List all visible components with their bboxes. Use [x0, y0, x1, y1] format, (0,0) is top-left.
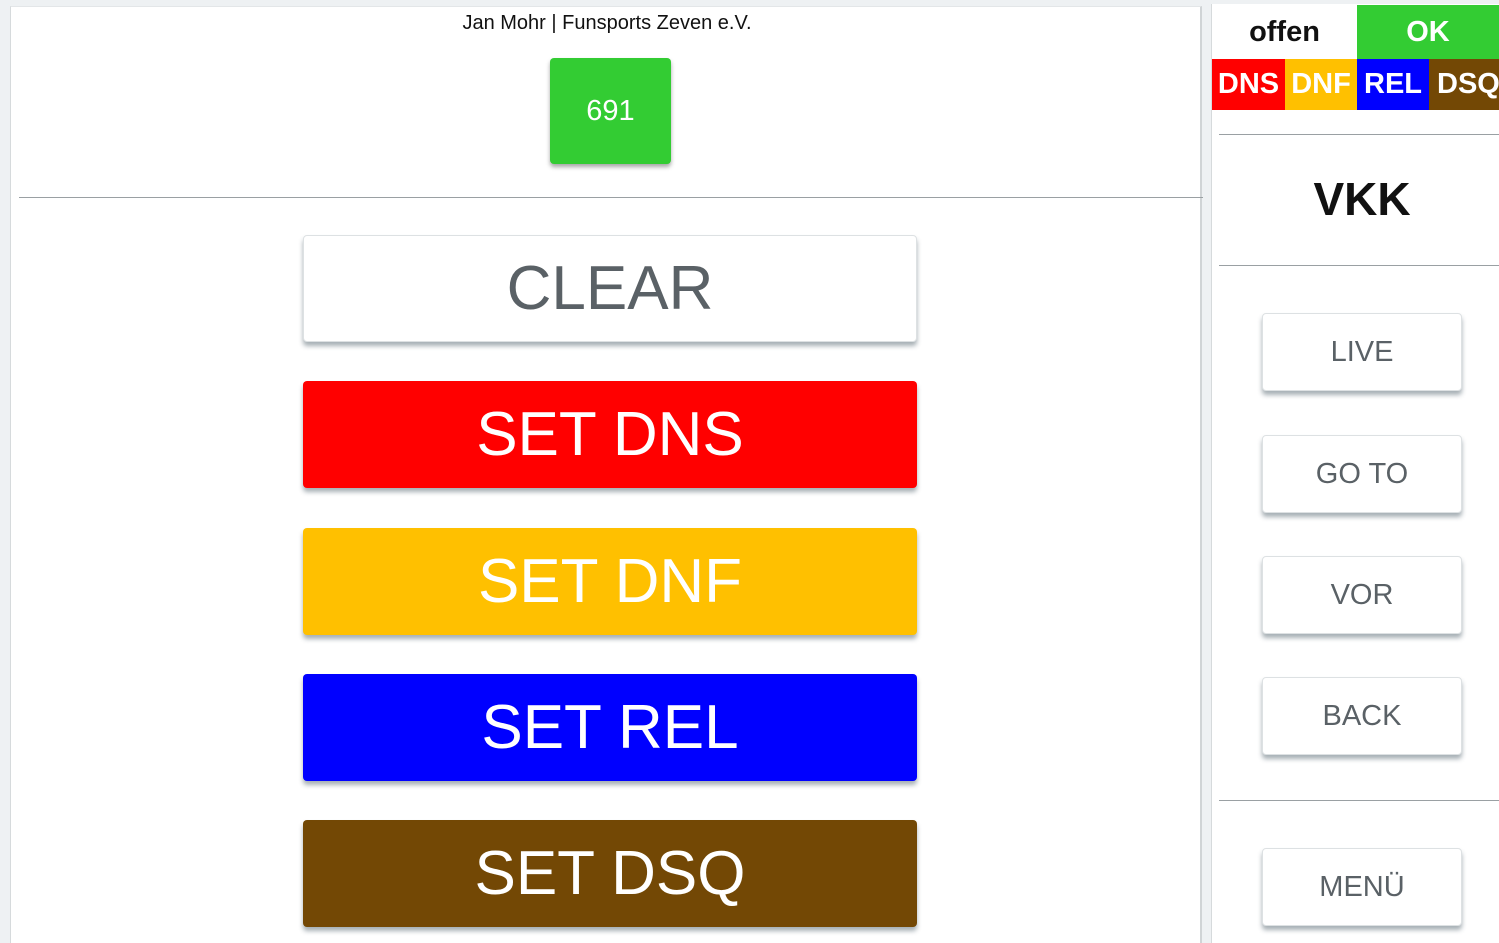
set-dns-button[interactable]: SET DNS	[303, 381, 917, 488]
vor-button[interactable]: VOR	[1262, 556, 1462, 634]
status-offen-legend: offen	[1212, 5, 1357, 59]
status-ok-legend: OK	[1357, 5, 1499, 59]
set-dsq-button[interactable]: SET DSQ	[303, 820, 917, 927]
back-button[interactable]: BACK	[1262, 677, 1462, 755]
side-divider-top	[1219, 134, 1499, 135]
side-divider-middle	[1219, 265, 1499, 266]
main-panel: Jan Mohr | Funsports Zeven e.V. 691 CLEA…	[10, 6, 1203, 943]
goto-button[interactable]: GO TO	[1262, 435, 1462, 513]
set-rel-button[interactable]: SET REL	[303, 674, 917, 781]
menu-button[interactable]: MENÜ	[1262, 848, 1462, 926]
side-panel: offen OK DNS DNF REL DSQ VKK LIVE GO TO …	[1211, 4, 1499, 943]
set-dnf-button[interactable]: SET DNF	[303, 528, 917, 635]
status-rel-legend: REL	[1357, 59, 1429, 110]
side-divider-bottom	[1219, 800, 1499, 801]
status-dsq-legend: DSQ	[1429, 59, 1499, 110]
athlete-club-header: Jan Mohr | Funsports Zeven e.V.	[462, 12, 752, 34]
bib-number-badge[interactable]: 691	[550, 58, 671, 164]
app-root: Jan Mohr | Funsports Zeven e.V. 691 CLEA…	[0, 0, 1499, 943]
live-button[interactable]: LIVE	[1262, 313, 1462, 391]
status-dnf-legend: DNF	[1285, 59, 1357, 110]
header-divider	[19, 197, 1203, 198]
clear-button[interactable]: CLEAR	[303, 235, 917, 342]
class-label: VKK	[1313, 173, 1411, 225]
status-dns-legend: DNS	[1212, 59, 1285, 110]
